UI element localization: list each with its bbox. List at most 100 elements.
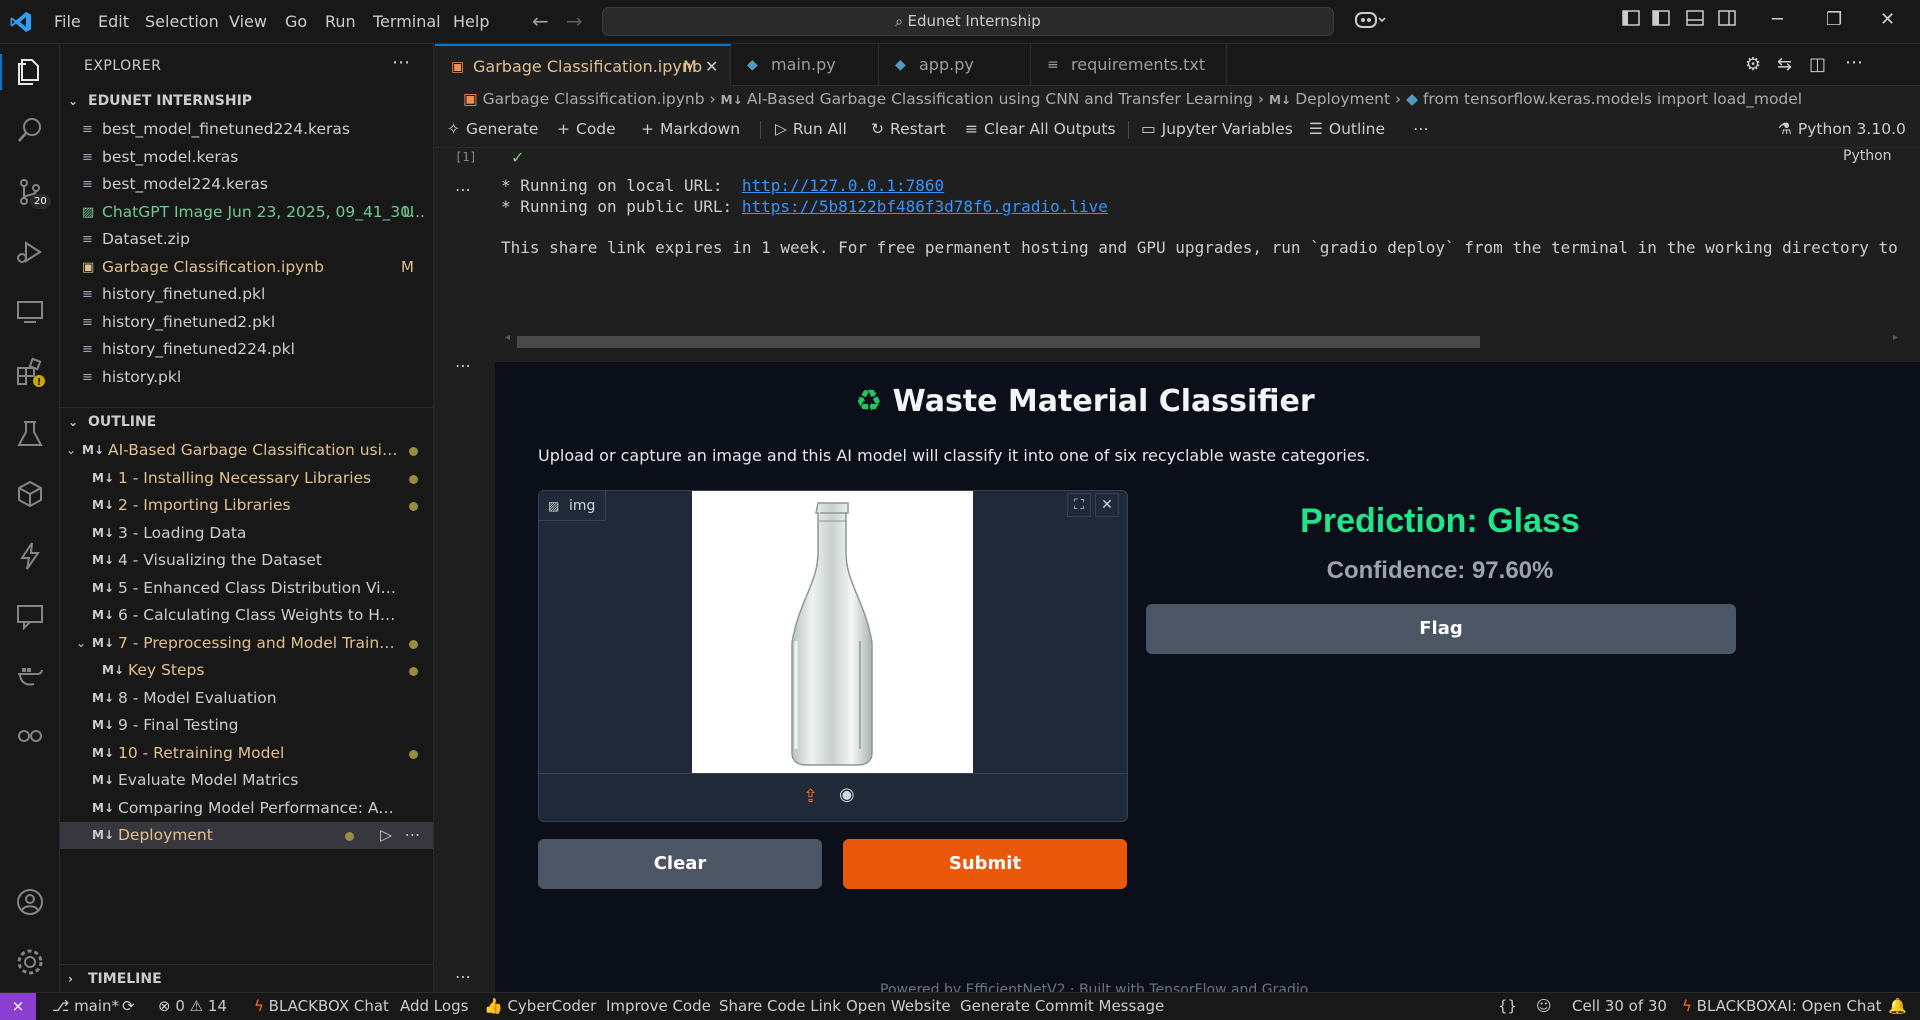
generate-commit-message-button[interactable]: Generate Commit Message: [960, 993, 1164, 1020]
kernel-picker[interactable]: ⚗ Python 3.10.0: [1778, 120, 1906, 138]
jupyter-variables-button[interactable]: ▭ Jupyter Variables: [1141, 120, 1293, 138]
toggle-sidebar-icon[interactable]: [1652, 9, 1670, 32]
blackbox-chat-button[interactable]: ϟ BLACKBOX Chat: [254, 993, 389, 1020]
file-item[interactable]: ▣ Garbage Classification.ipynb M: [60, 254, 433, 281]
timeline-section-header[interactable]: › TIMELINE: [60, 966, 433, 992]
outline-item[interactable]: M↓ Comparing Model Performance: Accu...: [60, 795, 433, 822]
breadcrumb-item[interactable]: from tensorflow.keras.models import load…: [1423, 90, 1802, 108]
clear-all-outputs-button[interactable]: ≡ Clear All Outputs: [965, 120, 1116, 138]
outline-button[interactable]: ☰ Outline: [1309, 120, 1385, 138]
run-all-button[interactable]: ▷ Run All: [775, 120, 847, 138]
tab-requirements[interactable]: ≡ requirements.txt: [1031, 44, 1227, 86]
outline-item[interactable]: M↓ 3 - Loading Data: [60, 520, 433, 547]
output-more-icon[interactable]: ⋯: [455, 356, 472, 375]
horizontal-scrollbar[interactable]: ◂ ▸: [505, 332, 1905, 350]
image-input[interactable]: ▨ img ⛶ ✕ ⇪ ◉: [538, 490, 1128, 822]
forward-arrow-icon[interactable]: →: [566, 9, 583, 33]
outline-item[interactable]: M↓ 1 - Installing Necessary Libraries: [60, 465, 433, 492]
run-cell-icon[interactable]: ▷: [380, 822, 392, 849]
menu-terminal[interactable]: Terminal: [373, 12, 441, 31]
workspace-section-header[interactable]: ⌄ EDUNET INTERNSHIP: [60, 88, 433, 114]
cell-position[interactable]: Cell 30 of 30: [1572, 993, 1667, 1020]
settings-gear-icon[interactable]: [14, 946, 46, 978]
outline-item[interactable]: M↓ Key Steps: [60, 657, 433, 684]
breadcrumb-item[interactable]: Deployment: [1295, 90, 1390, 108]
add-logs-button[interactable]: Add Logs: [400, 993, 468, 1020]
customize-layout-icon[interactable]: [1622, 9, 1640, 32]
menu-edit[interactable]: Edit: [98, 12, 129, 31]
tab-app-py[interactable]: ◆ app.py: [879, 44, 1031, 86]
menu-help[interactable]: Help: [453, 12, 489, 31]
chevron-down-icon[interactable]: ⌄: [66, 437, 76, 464]
upload-icon[interactable]: ⇪: [803, 786, 818, 807]
more-actions-icon[interactable]: ⋯: [1845, 52, 1863, 73]
file-item[interactable]: ≡ best_model_finetuned224.keras: [60, 116, 433, 143]
flag-button[interactable]: Flag: [1146, 604, 1736, 654]
blackbox-open-chat-button[interactable]: ϟ BLACKBOXAI: Open Chat: [1682, 993, 1882, 1020]
sync-icon[interactable]: ⟳: [122, 993, 135, 1020]
open-website-button[interactable]: Open Website: [846, 993, 951, 1020]
file-item[interactable]: ≡ history_finetuned2.pkl: [60, 309, 433, 336]
breadcrumb-item[interactable]: AI-Based Garbage Classification using CN…: [747, 90, 1253, 108]
notifications-bell-icon[interactable]: 🔔: [1888, 993, 1907, 1020]
outline-item[interactable]: M↓ 9 - Final Testing: [60, 712, 433, 739]
generate-button[interactable]: ✧ Generate: [447, 120, 538, 138]
run-debug-icon[interactable]: [14, 236, 46, 268]
share-code-link-button[interactable]: Share Code Link: [719, 993, 841, 1020]
testing-icon[interactable]: [14, 418, 46, 450]
menu-selection[interactable]: Selection: [145, 12, 219, 31]
add-markdown-button[interactable]: + Markdown: [641, 120, 740, 138]
explorer-icon[interactable]: [14, 56, 46, 88]
toggle-secondary-sidebar-icon[interactable]: [1718, 9, 1736, 32]
improve-code-button[interactable]: Improve Code: [606, 993, 711, 1020]
file-item[interactable]: ▨ ChatGPT Image Jun 23, 2025, 09_41_30...…: [60, 199, 433, 226]
webcam-icon[interactable]: ◉: [839, 784, 855, 805]
toggle-panel-icon[interactable]: [1686, 9, 1704, 32]
menu-run[interactable]: Run: [325, 12, 356, 31]
lightning-icon[interactable]: [14, 540, 46, 572]
output-more-icon[interactable]: ⋯: [455, 180, 472, 199]
restart-button[interactable]: ↻ Restart: [871, 120, 946, 138]
problems-indicator[interactable]: ⊗ 0 ⚠ 14: [158, 993, 227, 1020]
docker-icon[interactable]: [14, 660, 46, 692]
file-item[interactable]: ≡ history.pkl: [60, 364, 433, 391]
close-image-icon[interactable]: ✕: [1095, 493, 1119, 517]
file-item[interactable]: ≡ best_model224.keras: [60, 171, 433, 198]
containers-icon[interactable]: [14, 478, 46, 510]
breadcrumb-item[interactable]: Garbage Classification.ipynb: [483, 90, 705, 108]
branch-indicator[interactable]: ⎇ main*: [52, 993, 119, 1020]
menu-view[interactable]: View: [229, 12, 267, 31]
outline-item[interactable]: M↓ Evaluate Model Matrics: [60, 767, 433, 794]
chat-icon[interactable]: [14, 600, 46, 632]
explorer-more-icon[interactable]: ⋯: [392, 52, 410, 73]
restore-icon[interactable]: ❐: [1826, 9, 1842, 30]
cell-language[interactable]: Python: [1843, 148, 1892, 164]
outline-item[interactable]: M↓ 8 - Model Evaluation: [60, 685, 433, 712]
scrollbar-thumb[interactable]: [517, 336, 1480, 348]
close-tab-icon[interactable]: ✕: [705, 46, 718, 88]
search-icon[interactable]: [14, 114, 46, 146]
accounts-icon[interactable]: [14, 886, 46, 918]
add-code-button[interactable]: + Code: [557, 120, 616, 138]
outline-item[interactable]: M↓ 4 - Visualizing the Dataset: [60, 547, 433, 574]
chevron-down-icon[interactable]: ⌄: [76, 630, 86, 657]
diff-icon[interactable]: ⇆: [1777, 54, 1792, 75]
outline-item[interactable]: ⌄ M↓ AI-Based Garbage Classification usin.…: [60, 437, 433, 464]
outline-item[interactable]: M↓ Deployment ▷ ⋯: [60, 822, 433, 849]
outline-section-header[interactable]: ⌄ OUTLINE: [60, 409, 433, 435]
file-item[interactable]: ≡ history_finetuned224.pkl: [60, 336, 433, 363]
fullscreen-icon[interactable]: ⛶: [1067, 493, 1091, 517]
extensions-icon[interactable]: !: [14, 356, 46, 388]
outline-item[interactable]: M↓ 6 - Calculating Class Weights to Han..…: [60, 602, 433, 629]
public-url-link[interactable]: https://5b8122bf486f3d78f6.gradio.live: [742, 197, 1108, 216]
back-arrow-icon[interactable]: ←: [532, 9, 549, 33]
tab-garbage-classification[interactable]: ▣ Garbage Classification.ipynb M ✕: [435, 44, 731, 86]
outline-item[interactable]: ⌄ M↓ 7 - Preprocessing and Model Training: [60, 630, 433, 657]
split-editor-icon[interactable]: ◫: [1809, 54, 1826, 75]
file-item[interactable]: ≡ Dataset.zip: [60, 226, 433, 253]
outline-item[interactable]: M↓ 10 - Retraining Model: [60, 740, 433, 767]
tab-main-py[interactable]: ◆ main.py: [731, 44, 879, 86]
braces-icon[interactable]: {}: [1498, 993, 1517, 1020]
remote-indicator-icon[interactable]: ⨯: [0, 993, 36, 1020]
command-center[interactable]: ⌕ Edunet Internship: [602, 7, 1334, 36]
